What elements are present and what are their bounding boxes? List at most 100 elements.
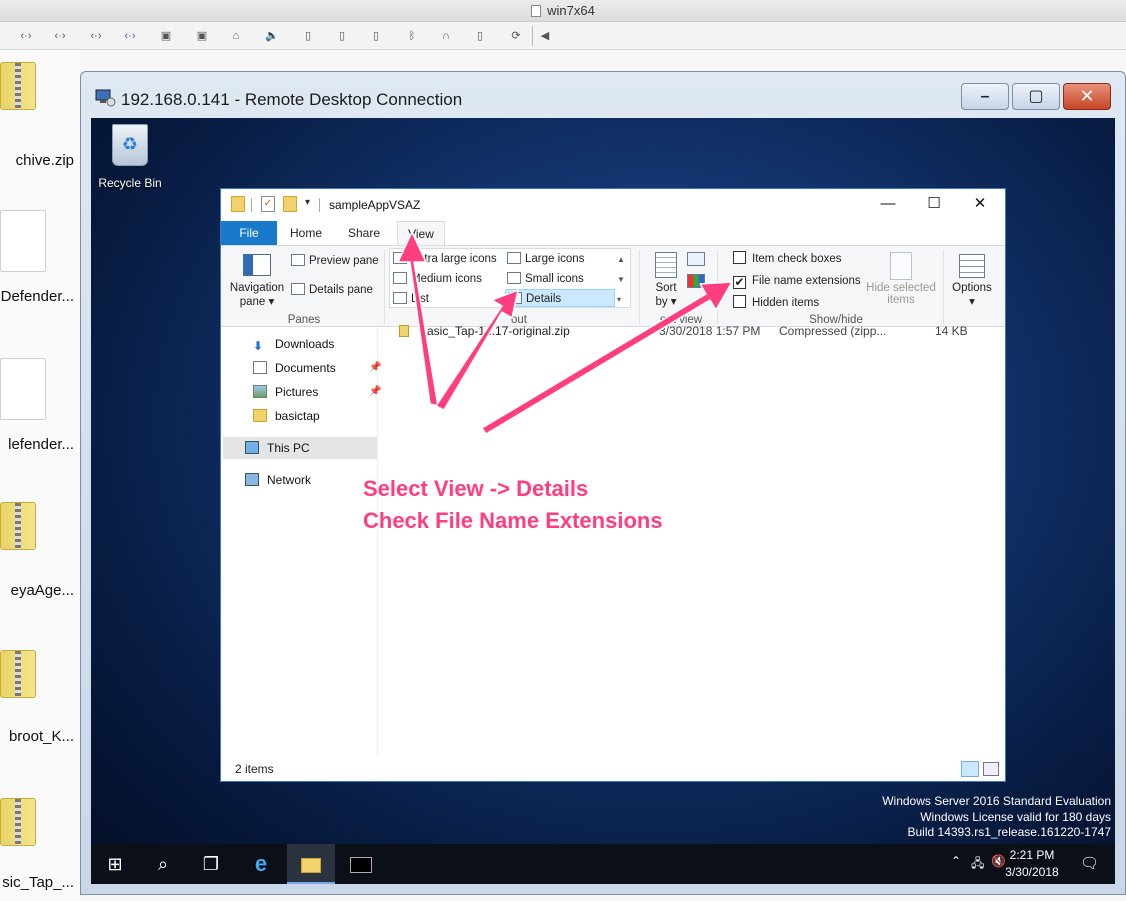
options-icon (959, 254, 985, 278)
network-adapter-icon[interactable]: ‹·› (50, 27, 70, 45)
large-icons-option[interactable]: Large icons (507, 250, 584, 268)
zip-file-icon (0, 502, 36, 550)
speaker-icon[interactable]: 🔈 (262, 27, 282, 45)
printer-icon[interactable]: ⌂ (226, 27, 246, 45)
ribbon-separator (384, 250, 385, 324)
search-icon[interactable]: ⌕ (139, 844, 187, 884)
details-option[interactable]: Details (505, 289, 615, 307)
add-columns-icon[interactable] (687, 274, 705, 288)
usb-mouse-icon[interactable]: ▯ (298, 27, 318, 45)
clock-time: 2:21 PM (1009, 848, 1055, 862)
explorer-maximize-button[interactable]: ☐ (911, 189, 957, 219)
navigation-pane-label: Navigation (229, 282, 285, 294)
toolbar-separator (532, 26, 533, 46)
host-titlebar: win7x64 (0, 0, 1126, 22)
pin-icon[interactable]: 📌 (369, 381, 381, 403)
ribbon-tabs: File Home Share View ⊣✕ ? (221, 221, 1005, 270)
file-explorer-taskbar-icon[interactable] (287, 844, 335, 884)
sort-by-icon (655, 252, 677, 278)
network-adapter-icon[interactable]: ‹·› (16, 27, 36, 45)
network-adapter-icon[interactable]: ‹·› (86, 27, 106, 45)
shared-folders-icon[interactable]: ⟳ (506, 27, 526, 45)
zip-file-icon (0, 650, 36, 698)
file-row[interactable]: Basic_Tap-1...17-original.zip 3/30/2018 … (399, 321, 999, 341)
explorer-close-button[interactable]: ✕ (957, 189, 1003, 219)
usb-mouse-icon[interactable]: ▯ (332, 27, 352, 45)
group-by-icon[interactable] (687, 252, 705, 266)
host-desktop-item-label: lefender... (8, 436, 74, 453)
zip-file-icon (0, 798, 36, 846)
pin-icon[interactable]: 📌 (369, 357, 381, 379)
details-pane-button[interactable]: Details pane (291, 281, 373, 299)
file-list: Basic_Tap-1...17-original.zip 3/30/2018 … (381, 324, 1005, 757)
qat-separator (251, 198, 252, 212)
nav-item-downloads[interactable]: ⬇ Downloads (253, 333, 334, 355)
nav-item-pictures[interactable]: Pictures 📌 (253, 381, 381, 403)
medium-icons-icon (393, 272, 407, 284)
item-check-boxes-checkbox[interactable]: Item check boxes (733, 250, 841, 268)
clock-date: 3/30/2018 (1005, 865, 1059, 879)
rdp-maximize-button[interactable]: ▢ (1012, 83, 1060, 110)
navigation-pane-button[interactable]: Navigation pane ▾ (227, 248, 287, 312)
ribbon-view: Navigation pane ▾ Preview pane Details p… (221, 245, 1005, 327)
taskbar-clock[interactable]: 2:21 PM 3/30/2018 (997, 847, 1067, 881)
new-folder-icon[interactable] (283, 196, 297, 212)
ribbon-separator (639, 250, 640, 324)
options-button[interactable]: Options ▾ (947, 248, 997, 312)
list-option[interactable]: List (393, 290, 429, 308)
extra-large-icons-option[interactable]: Extra large icons (393, 250, 497, 268)
navigation-pane-icon (243, 254, 271, 276)
rdp-close-button[interactable]: ✕ (1063, 83, 1111, 110)
file-name-extensions-checkbox[interactable]: ✔ File name extensions (733, 272, 861, 290)
tab-file[interactable]: File (221, 221, 277, 245)
internet-explorer-icon[interactable]: e (237, 844, 285, 884)
hard-disk-icon[interactable]: ▣ (156, 27, 176, 45)
collapse-toolbar-icon[interactable]: ◀ (535, 27, 555, 45)
nav-item-network[interactable]: Network (245, 469, 311, 491)
usb-device-icon[interactable]: ▯ (470, 27, 490, 45)
host-desktop-item-label: broot_K... (8, 728, 74, 745)
list-icon (393, 292, 407, 304)
small-icons-option[interactable]: Small icons (507, 270, 584, 288)
preview-pane-button[interactable]: Preview pane (291, 252, 379, 270)
action-center-icon[interactable]: 🗨 (1080, 854, 1099, 872)
large-icons-icon (507, 252, 521, 264)
explorer-titlebar[interactable]: ✓ ▾ sampleAppVSAZ — ☐ ✕ (221, 189, 1005, 221)
recycle-bin-icon (112, 124, 148, 166)
bluetooth-icon[interactable]: ᛒ (402, 27, 422, 45)
hard-disk-icon[interactable]: ▣ (192, 27, 212, 45)
qat-dropdown-icon[interactable]: ▾ (305, 197, 310, 208)
network-status-icon[interactable]: 🖧 (971, 854, 984, 875)
tab-share[interactable]: Share (339, 221, 389, 245)
hide-selected-items-button[interactable]: Hide selected items (863, 248, 939, 312)
network-icon (245, 473, 259, 486)
network-adapter-active-icon[interactable]: ‹·› (120, 27, 140, 45)
properties-icon[interactable]: ✓ (261, 196, 275, 212)
details-view-toggle-icon[interactable] (961, 761, 979, 777)
nav-item-this-pc[interactable]: This PC (223, 437, 377, 459)
explorer-minimize-button[interactable]: — (865, 189, 911, 219)
show-hidden-icons-icon[interactable]: ⌃ (951, 854, 961, 868)
medium-icons-option[interactable]: Medium icons (393, 270, 482, 288)
start-windows-icon[interactable]: ⊞ (91, 844, 139, 884)
rdp-minimize-button[interactable]: – (961, 83, 1009, 110)
hidden-items-checkbox[interactable]: Hidden items (733, 294, 819, 312)
task-view-icon[interactable]: ❐ (187, 844, 235, 884)
ribbon-separator (717, 250, 718, 324)
rdp-titlebar[interactable]: 192.168.0.141 - Remote Desktop Connectio… (81, 72, 1125, 112)
panes-group-label: Panes (287, 314, 321, 326)
nav-item-basictap[interactable]: basictap (253, 405, 320, 427)
sort-by-button[interactable]: Sort by ▾ (649, 248, 683, 312)
nav-item-documents[interactable]: Documents 📌 (253, 357, 381, 379)
tab-view[interactable]: View (397, 221, 445, 245)
layout-scroll-icon[interactable]: ▲ ▼ ▾ (617, 250, 625, 310)
recycle-bin[interactable]: Recycle Bin (97, 124, 163, 194)
host-toolbar: ‹·› ‹·› ‹·› ‹·› ▣ ▣ ⌂ 🔈 ▯ ▯ ▯ ᛒ ∩ ▯ ⟳ ◀ (0, 22, 1126, 50)
headset-icon[interactable]: ∩ (436, 27, 456, 45)
host-desktop-item-label: sic_Tap_... (2, 874, 74, 891)
tab-home[interactable]: Home (281, 221, 331, 245)
large-icons-view-toggle-icon[interactable] (983, 762, 999, 776)
usb-mouse-icon[interactable]: ▯ (366, 27, 386, 45)
command-prompt-icon[interactable] (337, 844, 385, 884)
remote-desktop-icon (95, 89, 116, 107)
